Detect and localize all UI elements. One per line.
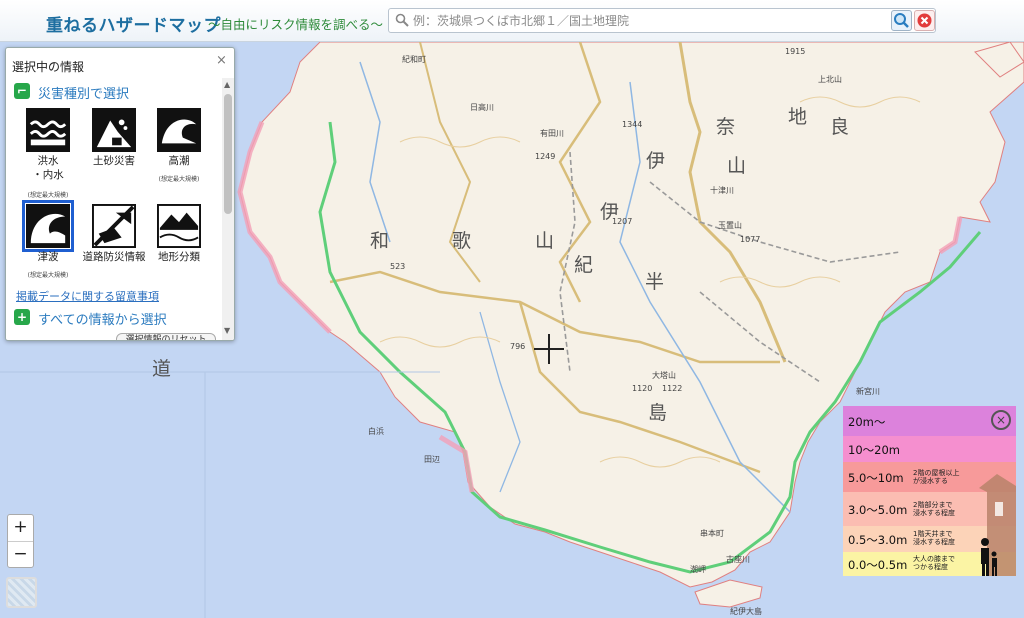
legend-label: 0.0～0.5m <box>848 558 908 572</box>
clear-search-button[interactable] <box>914 10 935 31</box>
zoom-in-button[interactable]: + <box>8 515 33 541</box>
magnifier-icon <box>894 13 909 28</box>
place-label: 1344 <box>622 120 643 129</box>
place-label: 1122 <box>662 384 683 393</box>
house-person-illustration <box>979 474 1016 576</box>
region-label: 紀 <box>574 254 594 276</box>
scroll-thumb[interactable] <box>224 94 232 214</box>
hazard-storm-surge-sub: (想定最大規模) <box>158 176 200 183</box>
legend-note: 2階の屋根以上 が浸水する <box>913 469 960 485</box>
road-disaster-icon <box>92 204 136 248</box>
region-label: 伊 <box>646 150 666 172</box>
place-label: 1077 <box>740 235 761 244</box>
legend-note: 2階部分まで 浸水する程度 <box>913 501 955 517</box>
place-label: 古座川 <box>726 555 750 564</box>
reset-selection-button[interactable]: 選択情報のリセット <box>116 333 216 340</box>
legend-label: 5.0～10m <box>848 471 904 485</box>
place-label: 白浜 <box>368 427 384 436</box>
hazard-storm-surge-label: 高潮 <box>168 155 190 167</box>
place-label: 1249 <box>535 152 556 161</box>
region-label: 歌 <box>452 230 472 252</box>
app-title[interactable]: 重ねるハザードマップ <box>46 11 221 36</box>
section-collapse-icon: ⌐ <box>14 83 30 99</box>
scroll-up-arrow-icon[interactable]: ▲ <box>224 80 230 89</box>
legend-label: 3.0～5.0m <box>848 503 908 517</box>
zoom-out-button[interactable]: − <box>8 541 33 567</box>
place-label: 十津川 <box>710 186 734 195</box>
flood-icon <box>26 108 70 152</box>
search-button[interactable] <box>891 10 912 31</box>
region-label: 山 <box>535 230 555 252</box>
region-label: 奈 <box>716 116 736 138</box>
panel-close-button[interactable]: × <box>216 53 227 68</box>
place-label: 日高川 <box>470 103 494 112</box>
search-input[interactable] <box>413 11 873 30</box>
landslide-icon <box>92 108 136 152</box>
header-bar: 重ねるハザードマップ ～自由にリスク情報を調べる～ <box>0 0 1024 42</box>
region-label: 道 <box>152 358 172 380</box>
place-label: 紀伊大島 <box>730 607 762 616</box>
disaster-type-section-label: 災害種別で選択 <box>38 87 130 102</box>
region-label: 和 <box>370 230 390 252</box>
plus-icon: + <box>14 309 30 325</box>
tsunami-legend: 20m～ × 10～20m 5.0～10m 2階の屋根以上 が浸水する 3.0～… <box>843 406 1016 576</box>
place-label: 523 <box>390 262 406 271</box>
legend-row: 20m～ × <box>843 406 1016 436</box>
legend-note: 1階天井まで 浸水する程度 <box>913 530 955 546</box>
place-label: 潮岬 <box>690 565 706 574</box>
place-label: 紀和町 <box>402 55 426 64</box>
hazard-tsunami-sub: (想定最大規模) <box>27 272 69 279</box>
center-crosshair <box>534 334 564 364</box>
place-label: 796 <box>510 342 526 351</box>
tsunami-icon <box>22 200 74 252</box>
region-label: 半 <box>645 271 665 293</box>
place-label: 1207 <box>612 217 633 226</box>
app-subtitle: ～自由にリスク情報を調べる～ <box>208 17 384 32</box>
place-label: 大塔山 <box>652 371 676 380</box>
place-label: 玉置山 <box>718 221 742 230</box>
zoom-control: + − <box>7 514 34 568</box>
place-label: 上北山 <box>818 75 842 84</box>
legend-note: 大人の膝まで つかる程度 <box>913 555 955 571</box>
all-info-section-label: すべての情報から選択 <box>38 313 167 328</box>
panel-title: 選択中の情報 <box>12 60 85 74</box>
region-label: 良 <box>830 116 850 138</box>
scroll-down-arrow-icon[interactable]: ▼ <box>224 326 230 335</box>
legend-row: 10～20m <box>843 436 1016 462</box>
storm-surge-icon <box>157 108 201 152</box>
basemap-switch-thumbnail[interactable] <box>6 577 37 608</box>
place-label: 1120 <box>632 384 653 393</box>
region-label: 地 <box>788 106 808 128</box>
hazard-tsunami-label: 津波 <box>37 251 59 263</box>
legend-label: 0.5～3.0m <box>848 533 908 547</box>
region-label: 島 <box>648 402 668 424</box>
place-label: 田辺 <box>424 455 440 464</box>
place-label: 新宮川 <box>856 387 880 396</box>
search-icon <box>395 13 409 27</box>
panel-scrollbar[interactable]: ▲ ▼ <box>222 78 234 340</box>
legend-close-button[interactable]: × <box>991 410 1011 430</box>
close-icon <box>917 13 932 28</box>
hazard-flood-label: 洪水 ・内水 <box>32 155 64 181</box>
region-label: 山 <box>727 155 747 177</box>
legend-label: 10～20m <box>848 443 900 457</box>
data-notice-link[interactable]: 掲載データに関する留意事項 <box>16 288 159 304</box>
hazard-landform-label: 地形分類 <box>158 251 200 263</box>
place-label: 有田川 <box>540 129 564 138</box>
legend-label: 20m～ <box>848 415 886 429</box>
place-label: 串本町 <box>700 529 724 538</box>
panel-header: 選択中の情報 × <box>6 48 234 76</box>
hazard-flood-sub: (想定最大規模) <box>27 192 69 199</box>
info-panel: 選択中の情報 × ⌐ 災害種別で選択 洪水 ・内水 (想定最大規模) 土砂災害 … <box>5 47 235 341</box>
search-box <box>388 8 936 33</box>
place-label: 1915 <box>785 47 806 56</box>
landform-icon <box>157 204 201 248</box>
